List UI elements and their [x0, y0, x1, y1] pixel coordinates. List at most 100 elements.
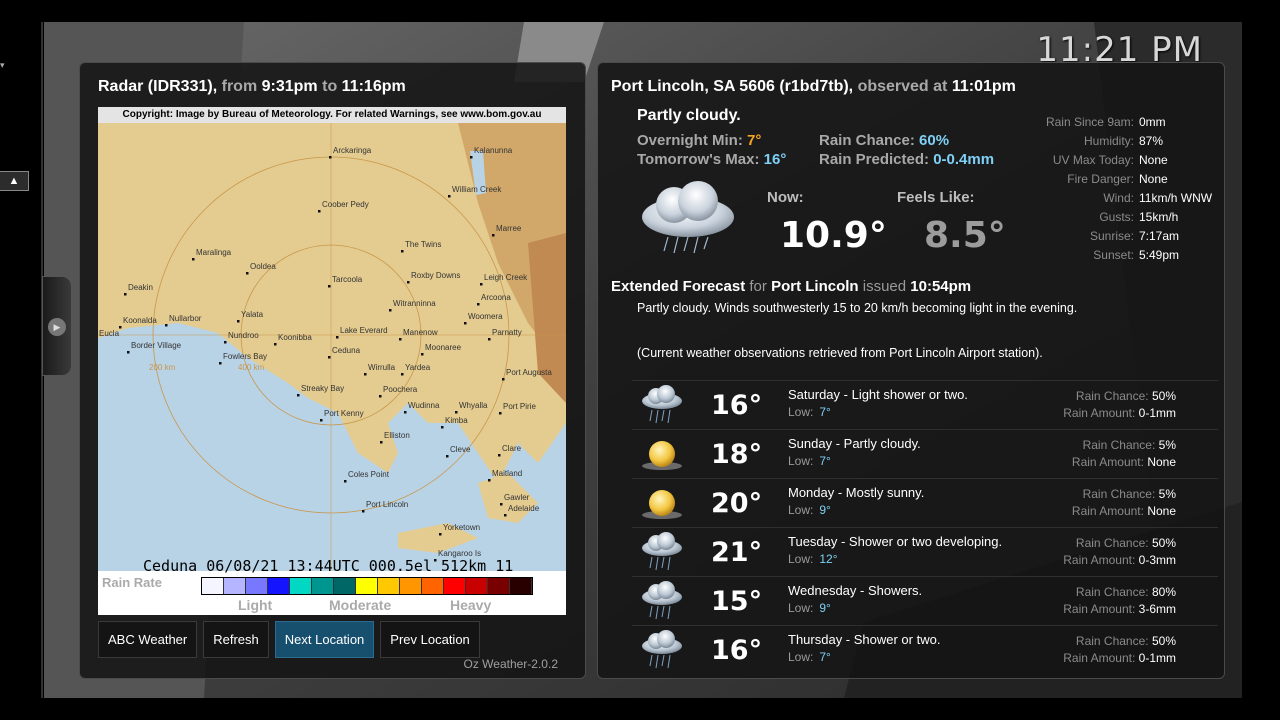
radar-place-marker	[439, 533, 442, 536]
radar-place-label: 200 km	[149, 363, 176, 372]
radar-place-marker	[165, 324, 168, 327]
side-menu-tab[interactable]: ▶	[42, 276, 72, 376]
next-location-button[interactable]: Next Location	[274, 621, 375, 658]
forecast-low-value: 7°	[819, 650, 831, 664]
observation-value: 0mm	[1139, 115, 1166, 129]
radar-place-marker	[192, 258, 195, 261]
radar-place-marker	[389, 309, 392, 312]
radar-place-label: Nundroo	[228, 331, 259, 340]
overnight-min: Overnight Min: 7°	[637, 132, 761, 149]
legend-swatch	[334, 578, 356, 594]
radar-place-marker	[364, 373, 367, 376]
legend-swatch	[312, 578, 334, 594]
extended-forecast-header: Extended Forecast for Port Lincoln issue…	[611, 278, 971, 295]
observation-row: Sunset: 5:49pm	[989, 248, 1221, 267]
radar-place-label: Wudinna	[408, 401, 440, 410]
forecast-low-value: 7°	[819, 454, 831, 468]
scroll-up-button[interactable]: ▲	[0, 171, 29, 191]
radar-place-marker	[344, 480, 347, 483]
observation-value: 11km/h WNW	[1139, 191, 1213, 205]
extended-forecast-text: Partly cloudy. Winds southwesterly 15 to…	[637, 301, 1078, 315]
forecast-rain-chance: Rain Chance: 50%	[1076, 536, 1176, 550]
legend-color-bar	[201, 577, 533, 595]
radar-header: Radar (IDR331), from 9:31pm to 11:16pm	[98, 78, 406, 96]
forecast-low-label: Low:	[788, 552, 814, 566]
radar-place-marker	[500, 503, 503, 506]
radar-place-marker	[362, 510, 365, 513]
radar-place-marker	[246, 272, 249, 275]
refresh-button[interactable]: Refresh	[203, 621, 269, 658]
prev-location-button[interactable]: Prev Location	[380, 621, 480, 658]
forecast-low-value: 12°	[819, 552, 838, 566]
radar-place-marker	[421, 353, 424, 356]
forecast-low-value: 9°	[819, 601, 831, 615]
sun-icon	[640, 481, 684, 525]
radar-place-marker	[124, 293, 127, 296]
legend-swatch	[488, 578, 510, 594]
observation-value: 15km/h	[1139, 210, 1179, 224]
radar-place-marker	[318, 210, 321, 213]
rain-cloud-icon	[640, 579, 684, 623]
radar-place-label: Kimba	[445, 416, 468, 425]
observation-row: Gusts: 15km/h	[989, 210, 1221, 229]
forecast-rain-chance: Rain Chance: 80%	[1076, 585, 1176, 599]
rain-chance-label: Rain Chance:	[1075, 634, 1149, 648]
legend-swatch	[444, 578, 466, 594]
radar-place-marker	[399, 338, 402, 341]
radar-place-label: Parnatty	[492, 328, 522, 337]
radar-place-label: Adelaide	[508, 504, 540, 513]
radar-place-marker	[119, 326, 122, 329]
forecast-row: 15° Wednesday - Showers. Low: 9° Rain Chance…	[632, 576, 1218, 625]
rain-chance-value: 50%	[1151, 389, 1176, 403]
observation-label: Gusts:	[1099, 210, 1134, 224]
rain-amount-label: Rain Amount:	[1071, 504, 1144, 518]
radar-place-marker	[320, 419, 323, 422]
radar-place-label: Tarcoola	[332, 275, 363, 284]
radar-label: Radar (IDR331),	[98, 78, 218, 95]
radar-place-label: Arckaringa	[333, 146, 372, 155]
radar-place-marker	[448, 195, 451, 198]
radar-place-label: Poochera	[383, 385, 418, 394]
radar-place-marker	[297, 394, 300, 397]
legend-swatch	[400, 578, 422, 594]
forecast-max-temp: 18°	[711, 439, 763, 470]
legend-swatch	[290, 578, 312, 594]
radar-place-label: Arcoona	[481, 293, 511, 302]
left-edge: ▾ ▲	[0, 0, 44, 720]
forecast-low: Low: 12°	[788, 552, 838, 566]
observed-word: observed at	[857, 78, 948, 95]
radar-place-marker	[219, 362, 222, 365]
radar-place-label: Roxby Downs	[411, 271, 460, 280]
radar-place-marker	[441, 426, 444, 429]
forecast-rain-amount: Rain Amount: None	[1072, 455, 1176, 469]
rain-chance-value: 5%	[1158, 438, 1176, 452]
rain-amount-label: Rain Amount:	[1063, 553, 1136, 567]
radar-place-label: Deakin	[128, 283, 153, 292]
radar-place-label: Port Pirie	[503, 402, 536, 411]
radar-place-marker	[379, 395, 382, 398]
radar-place-label: Yorketown	[443, 523, 480, 532]
radar-place-label: Manenow	[403, 328, 438, 337]
rain-chance-label: Rain Chance:	[1075, 585, 1149, 599]
radar-place-marker	[446, 455, 449, 458]
forecast-description: Sunday - Partly cloudy.	[788, 436, 921, 451]
rain-predicted-label: Rain Predicted:	[819, 151, 930, 168]
radar-place-label: Marree	[496, 224, 522, 233]
abc-weather-button[interactable]: ABC Weather	[98, 621, 198, 658]
observation-source-note: (Current weather observations retrieved …	[637, 346, 1043, 360]
forecast-rain-chance: Rain Chance: 5%	[1083, 438, 1176, 452]
legend-swatch	[268, 578, 290, 594]
observation-value: 87%	[1139, 134, 1164, 148]
radar-status-line: Ceduna 06/08/21 13:44UTC 000.5el 512km 1…	[143, 557, 514, 575]
radar-place-label: Port Kenny	[324, 409, 364, 418]
rain-chance-label: Rain Chance:	[1075, 389, 1149, 403]
forecast-description: Saturday - Light shower or two.	[788, 387, 968, 402]
rain-amount-label: Rain Amount:	[1063, 406, 1136, 420]
forecast-max-temp: 21°	[711, 537, 763, 568]
legend-swatch	[202, 578, 224, 594]
location-header: Port Lincoln, SA 5606 (r1bd7tb), observe…	[611, 78, 1016, 96]
radar-place-label: Fowlers Bay	[223, 352, 267, 361]
extended-label: Extended Forecast	[611, 278, 746, 295]
observation-row: Humidity: 87%	[989, 134, 1221, 153]
forecast-row: 20° Monday - Mostly sunny. Low: 9° Rain Chan…	[632, 478, 1218, 527]
